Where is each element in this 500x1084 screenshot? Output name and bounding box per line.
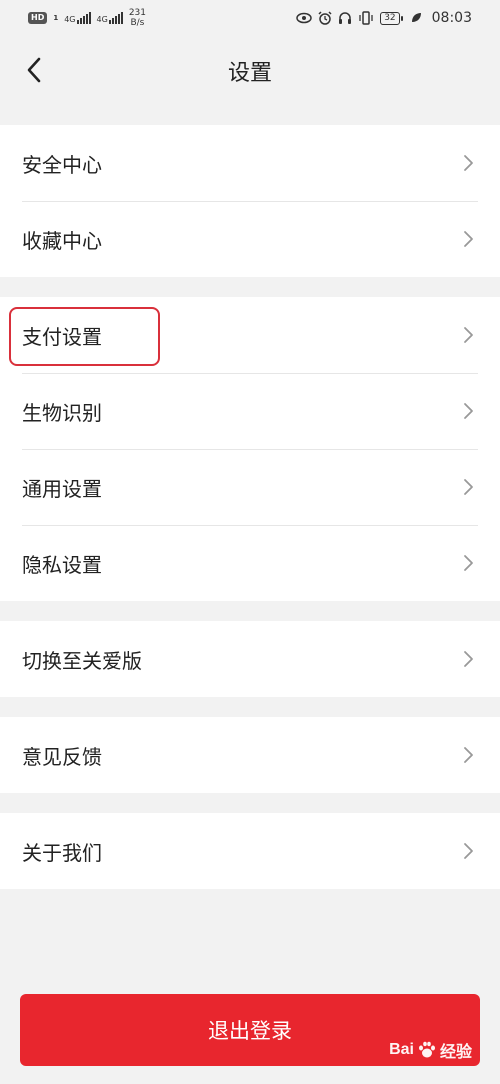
chevron-right-icon (464, 155, 473, 171)
chevron-right-icon (464, 747, 473, 763)
leaf-icon (411, 13, 421, 22)
alarm-icon (318, 11, 332, 25)
row-about-us[interactable]: 关于我们 (0, 813, 500, 889)
row-label: 支付设置 (22, 324, 102, 349)
settings-group-4: 意见反馈 (0, 717, 500, 793)
battery-icon: 32 (380, 11, 404, 25)
row-label: 切换至关爱版 (22, 648, 142, 673)
network2-label: 4G (96, 15, 108, 24)
row-label: 意见反馈 (22, 744, 102, 769)
signal2-bars-icon (108, 12, 123, 24)
header: 设置 (0, 36, 500, 106)
signal2: 4G (97, 12, 123, 24)
chevron-right-icon (464, 479, 473, 495)
chevron-left-icon (27, 57, 41, 83)
page-title: 设置 (227, 61, 272, 86)
chevron-right-icon (464, 403, 473, 419)
headphones-icon (339, 12, 352, 24)
row-label: 关于我们 (22, 840, 102, 865)
watermark-text-1: Bai (389, 1041, 414, 1058)
chevron-right-icon (464, 231, 473, 247)
row-security-center[interactable]: 安全中心 (0, 125, 500, 201)
eye-icon (296, 12, 312, 24)
chevron-right-icon (464, 555, 473, 571)
status-right: 32 08:03 (296, 10, 472, 26)
vibrate-icon (359, 11, 373, 25)
row-payment-settings[interactable]: 支付设置 (0, 297, 500, 373)
signal1: 4G (64, 12, 91, 24)
settings-group-1: 安全中心 收藏中心 (0, 125, 500, 277)
speed-value: 231 (128, 8, 146, 18)
settings-group-3: 切换至关爱版 (0, 621, 500, 697)
row-care-mode[interactable]: 切换至关爱版 (0, 621, 500, 697)
settings-group-2: 支付设置 生物识别 通用设置 隐私设置 (0, 297, 500, 601)
paw-icon (418, 1041, 435, 1058)
network1-label: 4G (64, 15, 76, 24)
row-label: 安全中心 (22, 152, 102, 177)
baidu-watermark: Bai 经验 (389, 1038, 472, 1062)
back-button[interactable] (18, 54, 50, 86)
row-privacy-settings[interactable]: 隐私设置 (0, 525, 500, 601)
status-left: HD 1 4G 4G 231 B/s (28, 8, 146, 28)
row-label: 生物识别 (22, 400, 102, 425)
hd-badge: HD (28, 12, 48, 24)
chevron-right-icon (464, 843, 473, 859)
network-speed: 231 B/s (129, 8, 146, 28)
row-favorites-center[interactable]: 收藏中心 (0, 201, 500, 277)
sim1-label: 1 (53, 14, 59, 22)
row-biometric[interactable]: 生物识别 (0, 373, 500, 449)
row-label: 隐私设置 (22, 552, 102, 577)
status-bar: HD 1 4G 4G 231 B/s 32 08:03 (0, 0, 500, 36)
settings-group-5: 关于我们 (0, 813, 500, 889)
speed-unit: B/s (130, 18, 145, 28)
chevron-right-icon (464, 651, 473, 667)
row-feedback[interactable]: 意见反馈 (0, 717, 500, 793)
chevron-right-icon (464, 327, 473, 343)
signal1-bars-icon (76, 12, 91, 24)
row-label: 收藏中心 (22, 228, 102, 253)
watermark-text-2: 经验 (439, 1044, 472, 1061)
row-label: 通用设置 (22, 476, 102, 501)
clock-time: 08:03 (431, 10, 472, 26)
row-general-settings[interactable]: 通用设置 (0, 449, 500, 525)
